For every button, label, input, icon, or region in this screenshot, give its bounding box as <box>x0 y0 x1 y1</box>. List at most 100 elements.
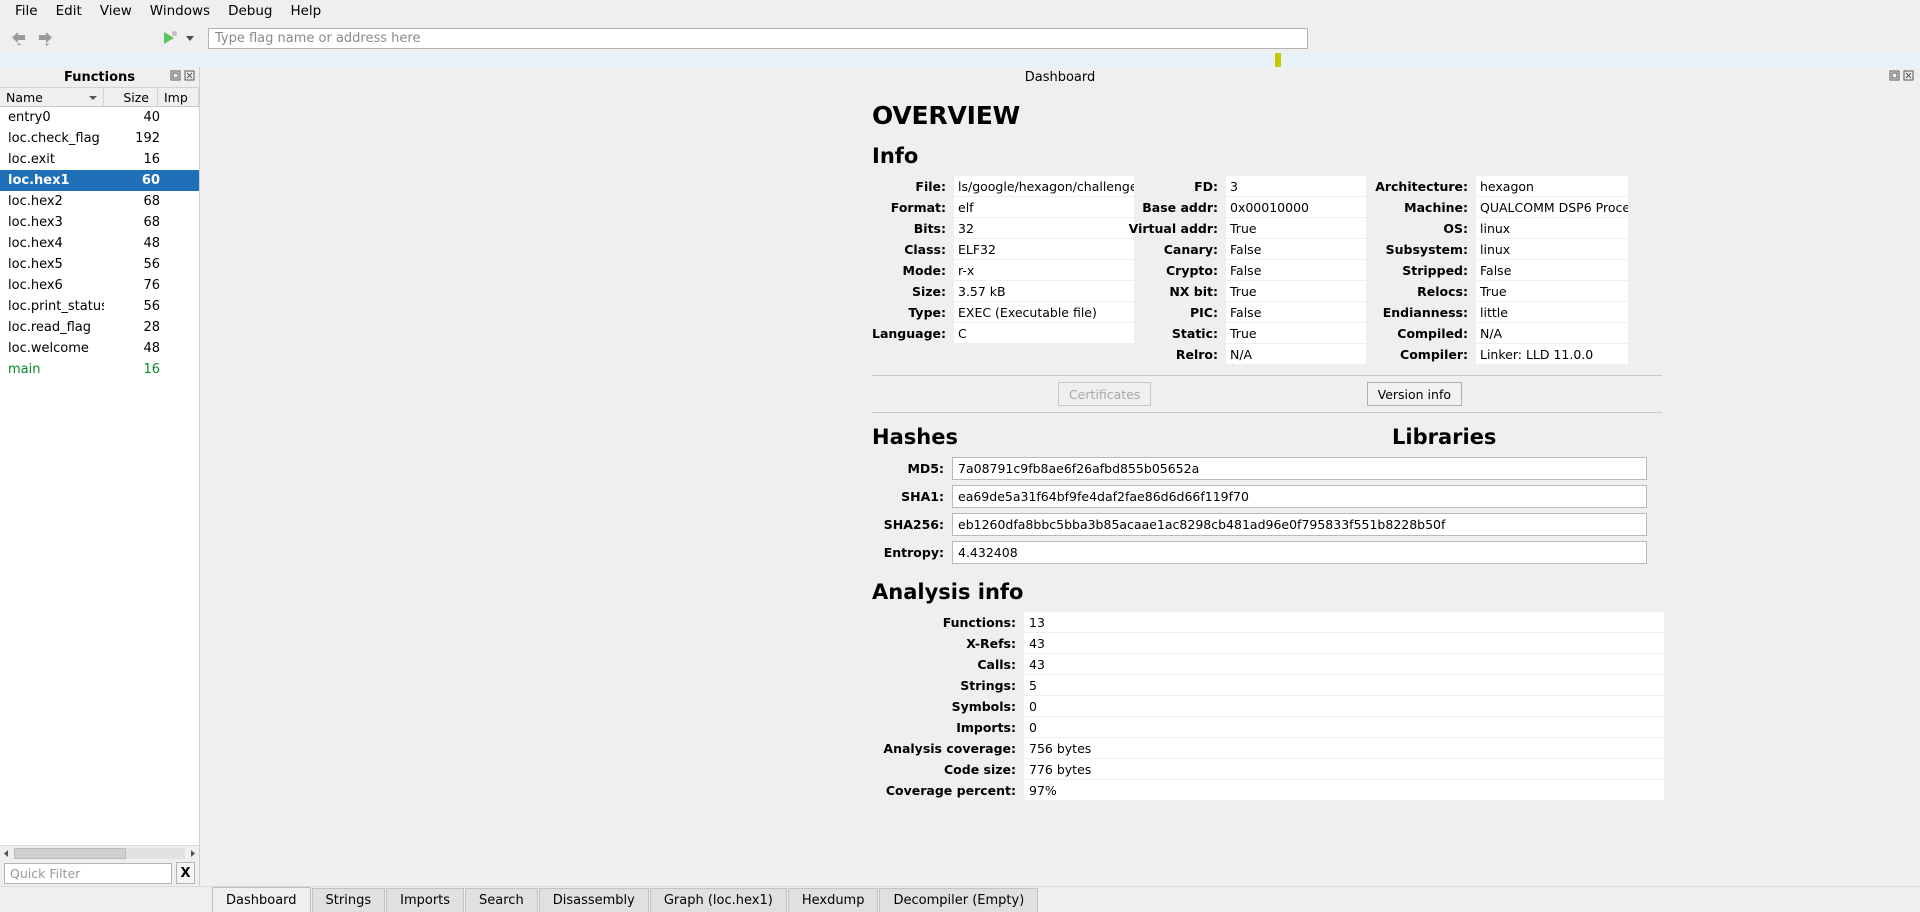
scrollbar-track[interactable] <box>14 848 185 859</box>
clear-filter-button[interactable]: X <box>176 862 195 884</box>
hash-value[interactable]: 7a08791c9fb8ae6f26afbd855b05652a <box>952 457 1647 480</box>
scroll-right-icon[interactable] <box>186 847 199 860</box>
scrollbar-thumb[interactable] <box>14 848 126 859</box>
analysis-value: 0 <box>1024 717 1664 738</box>
analysis-label: Symbols: <box>872 696 1024 717</box>
function-name: entry0 <box>0 110 104 125</box>
function-row[interactable]: loc.hex676 <box>0 275 199 296</box>
certificates-button[interactable]: Certificates <box>1058 382 1151 406</box>
menu-help[interactable]: Help <box>281 1 330 22</box>
info-label: Stripped: <box>1366 260 1476 281</box>
tab-dashboard[interactable]: Dashboard <box>212 887 311 912</box>
hash-row: SHA1:ea69de5a31f64bf9fe4daf2fae86d6d66f1… <box>872 485 1662 508</box>
function-row[interactable]: loc.exit16 <box>0 149 199 170</box>
function-row[interactable]: entry040 <box>0 107 199 128</box>
function-size: 48 <box>104 341 170 356</box>
function-row[interactable]: loc.print_status56 <box>0 296 199 317</box>
hash-value[interactable]: eb1260dfa8bbc5bba3b85acaae1ac8298cb481ad… <box>952 513 1647 536</box>
overview-heading: OVERVIEW <box>872 101 1662 130</box>
float-icon[interactable] <box>1889 70 1900 81</box>
hash-value[interactable]: 4.432408 <box>952 541 1647 564</box>
function-name: loc.read_flag <box>0 320 104 335</box>
info-value: r-x <box>954 260 1134 281</box>
analysis-label: Calls: <box>872 654 1024 675</box>
address-bar <box>208 28 1308 49</box>
info-label: Size: <box>872 281 954 302</box>
functions-horizontal-scrollbar[interactable] <box>0 845 199 860</box>
info-label: Crypto: <box>1134 260 1226 281</box>
function-row[interactable]: loc.hex160 <box>0 170 199 191</box>
hash-value[interactable]: ea69de5a31f64bf9fe4daf2fae86d6d66f119f70 <box>952 485 1647 508</box>
analysis-info-heading: Analysis info <box>872 580 1662 604</box>
info-value: QUALCOMM DSP6 Processor <box>1476 197 1628 218</box>
functions-dock: Functions Name Size <box>0 67 200 886</box>
close-icon[interactable] <box>1903 70 1914 81</box>
analysis-label: Code size: <box>872 759 1024 780</box>
function-row[interactable]: main16 <box>0 359 199 380</box>
column-header-imports[interactable]: Imp <box>158 88 199 106</box>
close-icon[interactable] <box>184 70 195 81</box>
tab-hexdump[interactable]: Hexdump <box>788 888 879 912</box>
column-header-size[interactable]: Size <box>104 88 158 106</box>
quick-filter-input[interactable] <box>4 863 172 884</box>
info-value: 32 <box>954 218 1134 239</box>
info-label: Machine: <box>1366 197 1476 218</box>
function-size: 28 <box>104 320 170 335</box>
function-size: 68 <box>104 194 170 209</box>
analysis-value: 0 <box>1024 696 1664 717</box>
function-name: loc.hex1 <box>0 173 104 188</box>
function-row[interactable]: loc.hex368 <box>0 212 199 233</box>
functions-dock-title-label: Functions <box>64 70 135 85</box>
scroll-left-icon[interactable] <box>0 847 13 860</box>
column-header-name-label: Name <box>6 90 43 105</box>
chevron-down-icon[interactable] <box>182 25 198 51</box>
hash-row: MD5:7a08791c9fb8ae6f26afbd855b05652a <box>872 457 1662 480</box>
sort-descending-icon <box>89 96 97 100</box>
libraries-heading: Libraries <box>1392 425 1912 449</box>
column-header-name[interactable]: Name <box>0 88 104 106</box>
function-row[interactable]: loc.read_flag28 <box>0 317 199 338</box>
function-row[interactable]: loc.hex268 <box>0 191 199 212</box>
menu-windows[interactable]: Windows <box>141 1 219 22</box>
functions-list[interactable]: entry040loc.check_flag192loc.exit16loc.h… <box>0 107 199 845</box>
tab-strings[interactable]: Strings <box>312 888 386 912</box>
version-info-button[interactable]: Version info <box>1367 382 1462 406</box>
function-size: 60 <box>104 173 170 188</box>
tab-disassembly[interactable]: Disassembly <box>539 888 649 912</box>
function-size: 56 <box>104 299 170 314</box>
analysis-value: 43 <box>1024 654 1664 675</box>
info-value: little <box>1476 302 1628 323</box>
menu-file[interactable]: File <box>6 1 47 22</box>
tab-imports[interactable]: Imports <box>386 888 464 912</box>
function-row[interactable]: loc.hex556 <box>0 254 199 275</box>
analysis-label: Coverage percent: <box>872 780 1024 801</box>
info-heading: Info <box>872 144 1662 168</box>
menu-view[interactable]: View <box>91 1 141 22</box>
hash-row: Entropy:4.432408 <box>872 541 1662 564</box>
function-name: loc.hex2 <box>0 194 104 209</box>
menu-edit[interactable]: Edit <box>47 1 91 22</box>
analysis-label: Imports: <box>872 717 1024 738</box>
analysis-value: 43 <box>1024 633 1664 654</box>
arrow-left-icon[interactable] <box>6 25 32 51</box>
dashboard-scroll-area[interactable]: OVERVIEW Info File:ls/google/hexagon/cha… <box>200 87 1920 886</box>
tab-decompiler-empty[interactable]: Decompiler (Empty) <box>879 888 1038 912</box>
info-label <box>872 344 954 365</box>
tab-search[interactable]: Search <box>465 888 538 912</box>
info-value: True <box>1476 281 1628 302</box>
run-debug-icon[interactable] <box>156 25 182 51</box>
arrow-right-icon[interactable] <box>32 25 58 51</box>
tab-graph-loc-hex1[interactable]: Graph (loc.hex1) <box>650 888 787 912</box>
column-header-size-label: Size <box>123 90 149 105</box>
analysis-label: Strings: <box>872 675 1024 696</box>
function-name: loc.hex4 <box>0 236 104 251</box>
analysis-info-table: Functions:13X-Refs:43Calls:43Strings:5Sy… <box>872 612 1662 801</box>
function-row[interactable]: loc.welcome48 <box>0 338 199 359</box>
info-label: Class: <box>872 239 954 260</box>
function-row[interactable]: loc.check_flag192 <box>0 128 199 149</box>
info-label: Virtual addr: <box>1134 218 1226 239</box>
function-row[interactable]: loc.hex448 <box>0 233 199 254</box>
address-input[interactable] <box>208 28 1308 49</box>
menu-debug[interactable]: Debug <box>219 1 281 22</box>
float-icon[interactable] <box>170 70 181 81</box>
